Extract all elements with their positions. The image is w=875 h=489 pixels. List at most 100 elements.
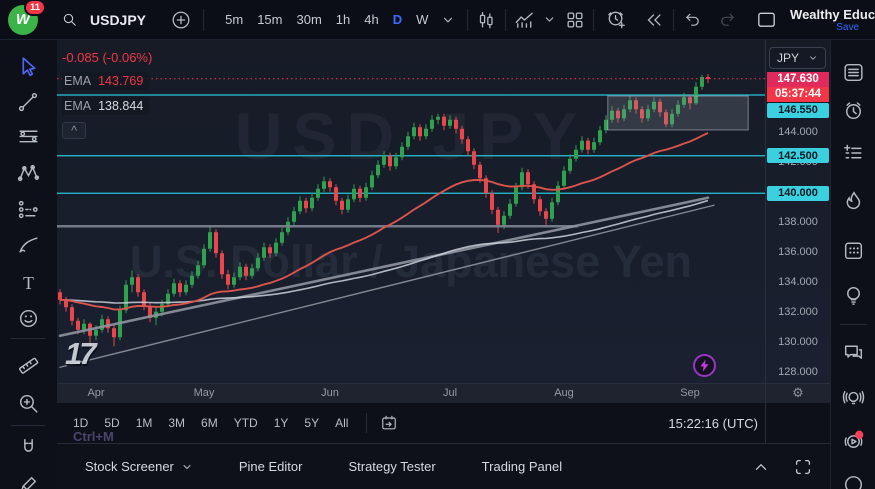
month-label: Apr: [87, 387, 104, 399]
price-tick: 144.000: [766, 126, 830, 138]
month-label: Sep: [680, 387, 700, 399]
app-logo[interactable]: W 11: [8, 5, 38, 35]
chart-legend: -0.085 (-0.06%) EMA143.769 EMA138.844 ^: [62, 50, 152, 139]
date-axis[interactable]: AprMayJunJulAugSep: [57, 383, 765, 403]
range-5y[interactable]: 5Y: [298, 412, 325, 434]
chat-icon[interactable]: [840, 339, 867, 366]
alert-plus-icon[interactable]: [604, 6, 629, 34]
tradingview-watermark-logo[interactable]: 17: [65, 336, 93, 372]
cursor-tool-icon[interactable]: [15, 54, 42, 81]
chevron-down-icon[interactable]: [435, 6, 460, 34]
timeframe-w[interactable]: W: [409, 8, 435, 31]
candle-style-icon[interactable]: [474, 6, 499, 34]
right-toolbar: [830, 40, 875, 489]
symbol-search[interactable]: USDJPY: [56, 6, 146, 34]
indicators-icon[interactable]: [512, 6, 537, 34]
text-tool-icon[interactable]: T: [15, 269, 42, 296]
gear-icon[interactable]: ⚙: [792, 387, 804, 400]
price-tick: 134.000: [766, 276, 830, 288]
currency-dropdown[interactable]: JPY: [769, 47, 826, 69]
timeframe-1h[interactable]: 1h: [329, 8, 357, 31]
price-change: -0.085 (-0.06%): [62, 50, 152, 65]
streams-icon[interactable]: [840, 427, 867, 454]
axis-settings-corner: ⚙: [765, 383, 830, 403]
goto-date-icon[interactable]: [375, 409, 403, 437]
price-tick: 138.000: [766, 216, 830, 228]
compare-add-icon[interactable]: [168, 6, 193, 34]
hotlists-icon[interactable]: [840, 187, 867, 214]
alerts-icon[interactable]: [840, 97, 867, 124]
layout-panel-icon[interactable]: [754, 6, 779, 34]
separator: [467, 9, 468, 31]
toolbar-divider: [11, 425, 45, 426]
range-ytd[interactable]: YTD: [228, 412, 264, 434]
trend-line-tool-icon[interactable]: [15, 88, 42, 115]
account-menu[interactable]: Wealthy Educ Save: [789, 7, 875, 33]
bar-countdown: 05:37:44: [767, 87, 829, 102]
panel-expand-icon[interactable]: [748, 454, 774, 480]
separator: [366, 413, 367, 433]
separator: [673, 9, 674, 31]
range-1m[interactable]: 1M: [130, 412, 159, 434]
zoom-in-tool-icon[interactable]: [15, 390, 42, 417]
price-tick: 136.000: [766, 246, 830, 258]
calendar-icon[interactable]: [840, 237, 867, 264]
fullscreen-icon[interactable]: [790, 454, 816, 480]
panel-tab-strategy-tester[interactable]: Strategy Tester: [348, 459, 435, 474]
month-label: Jul: [443, 387, 457, 399]
panel-tab-stock-screener[interactable]: Stock Screener: [85, 459, 193, 474]
ideas-icon[interactable]: [840, 282, 867, 309]
range-all[interactable]: All: [329, 412, 354, 434]
bar-replay-icon[interactable]: [641, 6, 666, 34]
magnet-tool-icon[interactable]: [15, 434, 42, 461]
candlestick-chart[interactable]: [57, 40, 765, 383]
save-button[interactable]: Save: [836, 22, 859, 33]
timeframe-30m[interactable]: 30m: [290, 8, 329, 31]
help-icon[interactable]: [840, 468, 867, 489]
indicators-chevron-icon[interactable]: [537, 6, 562, 34]
timeframe-4h[interactable]: 4h: [357, 8, 385, 31]
undo-icon[interactable]: [679, 6, 704, 34]
legend-collapse-button[interactable]: ^: [62, 122, 86, 139]
price-tick: 128.000: [766, 366, 830, 378]
fib-retracement-tool-icon[interactable]: [15, 124, 42, 151]
range-6m[interactable]: 6M: [195, 412, 224, 434]
ruler-tool-icon[interactable]: [15, 352, 42, 379]
redo-icon[interactable]: [715, 6, 740, 34]
range-5d[interactable]: 5D: [98, 412, 125, 434]
emoji-tool-icon[interactable]: [15, 305, 42, 332]
timeframe-15m[interactable]: 15m: [250, 8, 289, 31]
forecast-tool-icon[interactable]: [15, 196, 42, 223]
brush-tool-icon[interactable]: [15, 232, 42, 259]
draw-tool-icon[interactable]: [15, 471, 42, 489]
price-tick: 130.000: [766, 336, 830, 348]
price-level-label: 146.550: [767, 103, 829, 118]
text-notes-icon[interactable]: [840, 139, 867, 166]
panel-tab-pine-editor[interactable]: Pine Editor: [239, 459, 303, 474]
ema-slow-legend[interactable]: EMA138.844: [62, 97, 149, 115]
panel-tab-trading-panel[interactable]: Trading Panel: [482, 459, 562, 474]
range-1y[interactable]: 1Y: [268, 412, 295, 434]
live-ideas-icon[interactable]: [840, 385, 867, 412]
chevron-down-icon: [181, 461, 193, 473]
timeframe-d[interactable]: D: [386, 8, 409, 31]
price-level-label: 140.000: [767, 186, 829, 201]
minds-bubble-button[interactable]: [693, 354, 716, 377]
xabcd-pattern-tool-icon[interactable]: [15, 160, 42, 187]
timeframe-group: 5m15m30m1h4hDW: [218, 8, 435, 31]
symbol-name: USDJPY: [90, 12, 146, 28]
watchlist-icon[interactable]: [840, 59, 867, 86]
layout-grid-icon[interactable]: [562, 6, 587, 34]
price-axis[interactable]: JPY 147.630 05:37:44 144.000142.000138.0…: [765, 40, 830, 383]
timeframe-5m[interactable]: 5m: [218, 8, 250, 31]
range-1d[interactable]: 1D: [67, 412, 94, 434]
bottom-panel-controls: [748, 454, 816, 480]
ema-fast-legend[interactable]: EMA143.769: [62, 72, 149, 90]
top-toolbar: W 11 USDJPY 5m15m30m1h4hDW: [0, 0, 875, 40]
price-level-label: 142.500: [767, 148, 829, 163]
toolbar-divider: [840, 324, 867, 325]
range-3m[interactable]: 3M: [162, 412, 191, 434]
chevron-down-icon: [808, 53, 818, 63]
month-label: Jun: [321, 387, 339, 399]
session-clock[interactable]: 15:22:16 (UTC): [668, 416, 758, 431]
